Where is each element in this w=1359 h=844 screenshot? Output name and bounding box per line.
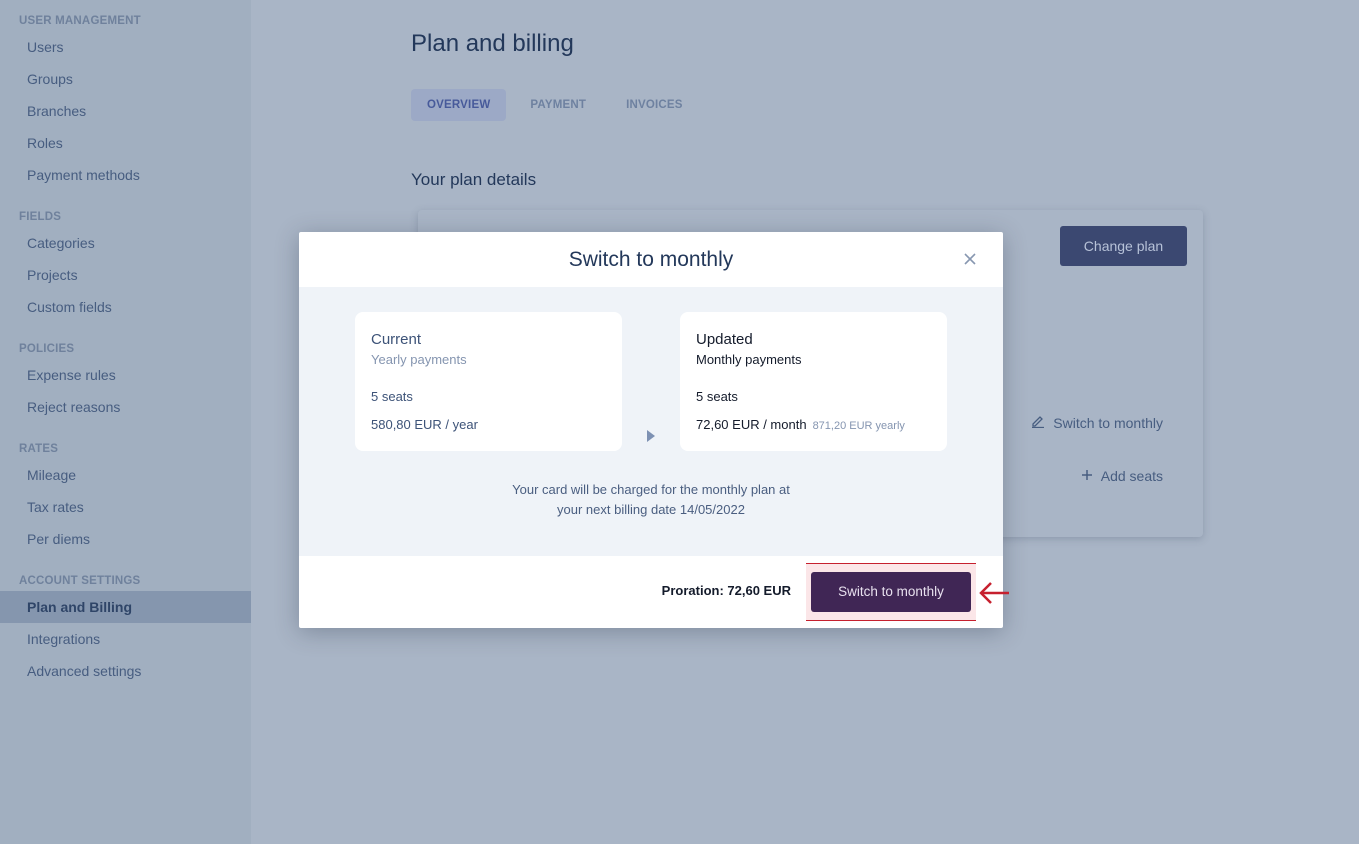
sidebar-item-reject-reasons[interactable]: Reject reasons	[0, 391, 251, 423]
add-seats-label: Add seats	[1100, 468, 1163, 484]
sidebar-item-plan-and-billing[interactable]: Plan and Billing	[0, 591, 251, 623]
edit-pencil-icon	[1031, 414, 1045, 431]
sidebar-item-users[interactable]: Users	[0, 31, 251, 63]
sidebar-section: ACCOUNT SETTINGS Plan and Billing Integrat…	[0, 571, 251, 687]
tab-overview[interactable]: OVERVIEW	[411, 89, 507, 121]
sidebar-item-per-diems[interactable]: Per diems	[0, 523, 251, 555]
page-title: Plan and billing	[411, 30, 574, 57]
updated-title: Updated	[696, 331, 753, 348]
current-title: Current	[371, 331, 422, 348]
sidebar-section-heading: RATES	[19, 443, 59, 455]
updated-subtitle: Monthly payments	[696, 352, 802, 367]
sidebar-section: FIELDS Categories Projects Custom fields	[0, 207, 251, 323]
current-seats: 5 seats	[371, 389, 413, 404]
sidebar-section-heading: POLICIES	[19, 343, 75, 355]
sidebar-item-advanced-settings[interactable]: Advanced settings	[0, 655, 251, 687]
sidebar-item-tax-rates[interactable]: Tax rates	[0, 491, 251, 523]
sidebar-item-categories[interactable]: Categories	[0, 227, 251, 259]
modal-body: Current Yearly payments 5 seats 580,80 E…	[299, 287, 1003, 556]
proration-amount: Proration: 72,60 EUR	[661, 583, 791, 598]
arrow-right-icon	[647, 430, 655, 442]
switch-to-monthly-button[interactable]: Switch to monthly	[811, 572, 971, 612]
updated-price-row: 72,60 EUR / month 871,20 EUR yearly	[696, 416, 931, 435]
sidebar-item-payment-methods[interactable]: Payment methods	[0, 159, 251, 191]
switch-to-monthly-modal: Switch to monthly Current Yearly payment…	[299, 232, 1003, 628]
sidebar-section-heading: USER MANAGEMENT	[19, 15, 141, 27]
sidebar-item-custom-fields[interactable]: Custom fields	[0, 291, 251, 323]
section-title: Your plan details	[411, 170, 537, 189]
updated-price: 72,60 EUR / month	[696, 417, 807, 432]
updated-seats: 5 seats	[696, 389, 738, 404]
change-plan-button[interactable]: Change plan	[1060, 226, 1187, 266]
plus-icon	[1081, 468, 1093, 484]
modal-header: Switch to monthly	[299, 232, 1003, 287]
charge-note: Your card will be charged for the monthl…	[299, 480, 1003, 520]
switch-to-monthly-link[interactable]: Switch to monthly	[1031, 414, 1163, 431]
sidebar-item-integrations[interactable]: Integrations	[0, 623, 251, 655]
sidebar-item-branches[interactable]: Branches	[0, 95, 251, 127]
current-price: 580,80 EUR / year	[371, 417, 478, 432]
switch-to-monthly-label: Switch to monthly	[1053, 414, 1163, 431]
tab-bar: OVERVIEW PAYMENT INVOICES	[411, 89, 707, 121]
sidebar-item-mileage[interactable]: Mileage	[0, 459, 251, 491]
sidebar-item-roles[interactable]: Roles	[0, 127, 251, 159]
modal-title: Switch to monthly	[568, 248, 734, 271]
tab-invoices[interactable]: INVOICES	[610, 89, 699, 121]
sidebar-section-heading: ACCOUNT SETTINGS	[19, 575, 141, 587]
charge-note-line-2: your next billing date 14/05/2022	[557, 502, 745, 517]
sidebar: USER MANAGEMENT Users Groups Branches Roles P…	[0, 0, 251, 844]
charge-note-line-1: Your card will be charged for the monthl…	[512, 482, 790, 497]
sidebar-section: RATES Mileage Tax rates Per diems	[0, 439, 251, 555]
current-subtitle: Yearly payments	[371, 352, 467, 367]
sidebar-item-projects[interactable]: Projects	[0, 259, 251, 291]
arrow-left-annotation-icon	[979, 582, 1009, 604]
sidebar-item-expense-rules[interactable]: Expense rules	[0, 359, 251, 391]
sidebar-item-groups[interactable]: Groups	[0, 63, 251, 95]
current-plan-card: Current Yearly payments 5 seats 580,80 E…	[355, 312, 622, 451]
close-icon[interactable]	[959, 248, 981, 270]
sidebar-section-heading: FIELDS	[19, 211, 62, 223]
updated-yearly-total: 871,20 EUR yearly	[812, 420, 905, 432]
add-seats-link[interactable]: Add seats	[1081, 468, 1163, 484]
sidebar-section: USER MANAGEMENT Users Groups Branches Roles P…	[0, 11, 251, 191]
tab-payment[interactable]: PAYMENT	[514, 89, 602, 121]
updated-plan-card: Updated Monthly payments 5 seats 72,60 E…	[680, 312, 947, 451]
sidebar-section: POLICIES Expense rules Reject reasons	[0, 339, 251, 423]
